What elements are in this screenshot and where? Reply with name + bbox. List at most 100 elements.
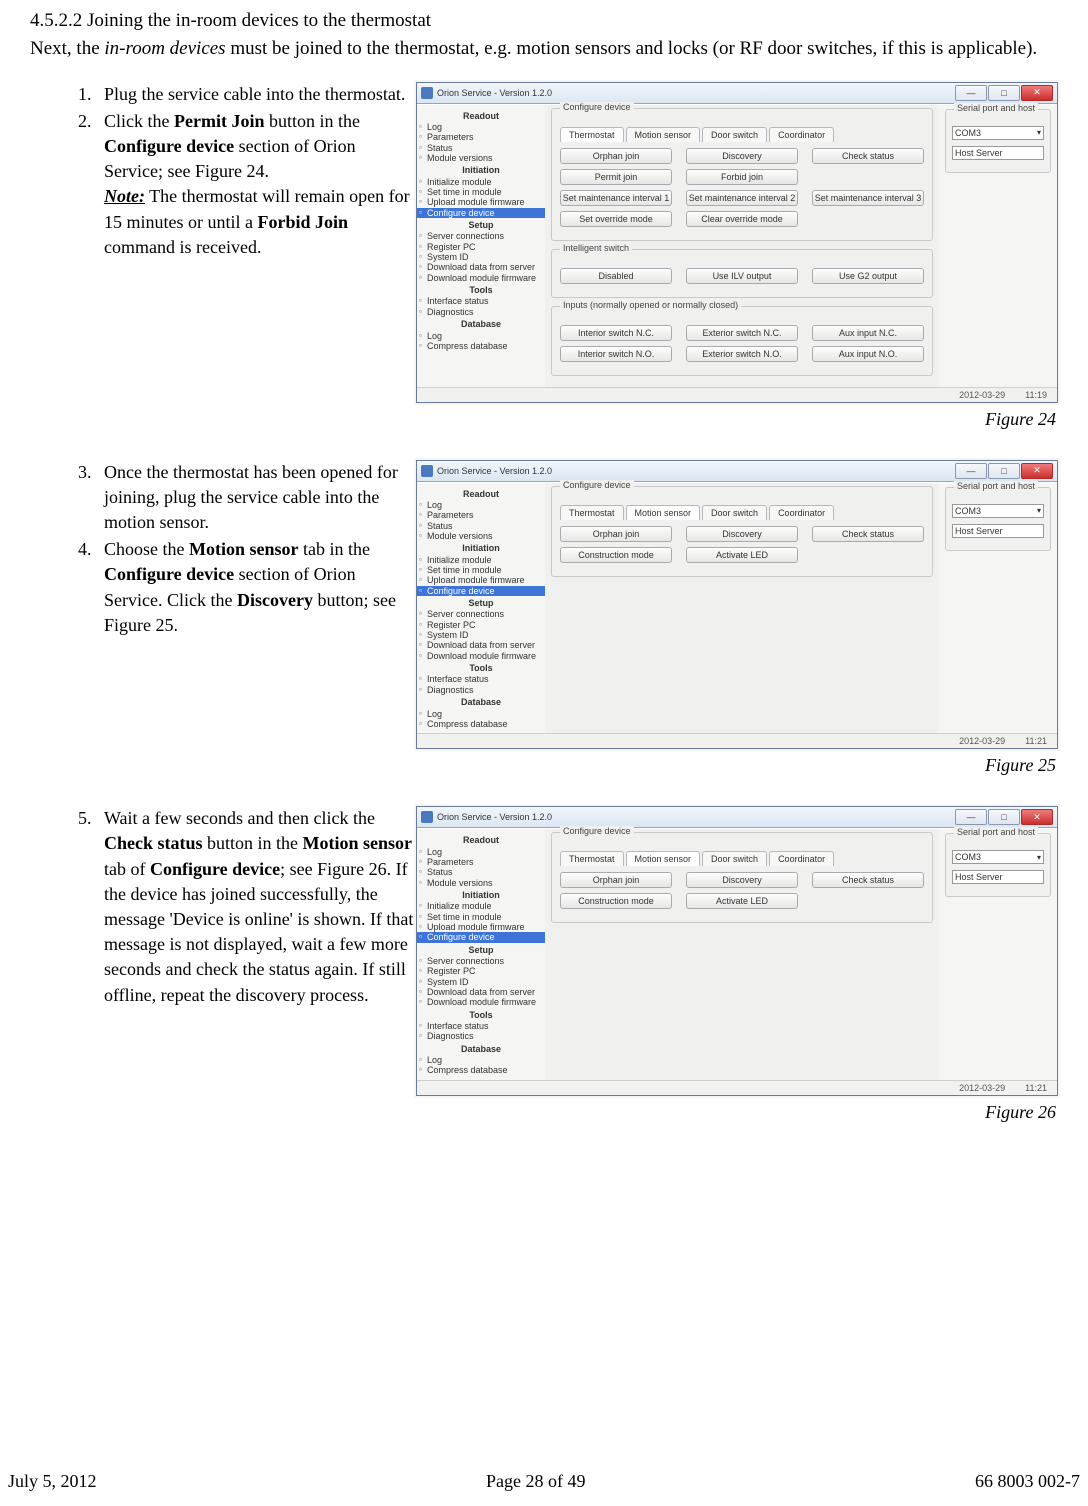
sidebar-item-system-id[interactable]: System ID	[417, 977, 545, 987]
sidebar-item-initialize-module[interactable]: Initialize module	[417, 555, 545, 565]
sidebar-item-configure-device[interactable]: Configure device	[417, 932, 545, 942]
sidebar-item-parameters[interactable]: Parameters	[417, 510, 545, 520]
sidebar-item-interface-status[interactable]: Interface status	[417, 674, 545, 684]
sidebar-item-module-versions[interactable]: Module versions	[417, 878, 545, 888]
minimize-button[interactable]: —	[955, 463, 987, 479]
sidebar-item-server-connections[interactable]: Server connections	[417, 231, 545, 241]
sidebar-item-diagnostics[interactable]: Diagnostics	[417, 685, 545, 695]
aux-nc-button[interactable]: Aux input N.C.	[812, 325, 924, 341]
interior-nc-button[interactable]: Interior switch N.C.	[560, 325, 672, 341]
tab-coordinator[interactable]: Coordinator	[769, 505, 834, 520]
tab-motion-sensor[interactable]: Motion sensor	[626, 505, 701, 520]
maintenance-interval-3-button[interactable]: Set maintenance interval 3	[812, 190, 924, 206]
sidebar-item-status[interactable]: Status	[417, 867, 545, 877]
orphan-join-button[interactable]: Orphan join	[560, 872, 672, 888]
check-status-button[interactable]: Check status	[812, 872, 924, 888]
interior-no-button[interactable]: Interior switch N.O.	[560, 346, 672, 362]
set-override-button[interactable]: Set override mode	[560, 211, 672, 227]
clear-override-button[interactable]: Clear override mode	[686, 211, 798, 227]
tab-door-switch[interactable]: Door switch	[702, 851, 767, 866]
close-button[interactable]: ✕	[1021, 809, 1053, 825]
disabled-button[interactable]: Disabled	[560, 268, 672, 284]
tab-door-switch[interactable]: Door switch	[702, 505, 767, 520]
activate-led-button[interactable]: Activate LED	[686, 893, 798, 909]
sidebar-item-module-versions[interactable]: Module versions	[417, 531, 545, 541]
tab-coordinator[interactable]: Coordinator	[769, 127, 834, 142]
discovery-button[interactable]: Discovery	[686, 872, 798, 888]
close-button[interactable]: ✕	[1021, 463, 1053, 479]
discovery-button[interactable]: Discovery	[686, 526, 798, 542]
sidebar-item-db-log[interactable]: Log	[417, 331, 545, 341]
construction-mode-button[interactable]: Construction mode	[560, 893, 672, 909]
tab-thermostat[interactable]: Thermostat	[560, 851, 624, 866]
com-port-select[interactable]: COM3	[952, 504, 1044, 518]
maintenance-interval-2-button[interactable]: Set maintenance interval 2	[686, 190, 798, 206]
ilv-output-button[interactable]: Use ILV output	[686, 268, 798, 284]
g2-output-button[interactable]: Use G2 output	[812, 268, 924, 284]
tab-motion-sensor[interactable]: Motion sensor	[626, 851, 701, 866]
check-status-button[interactable]: Check status	[812, 526, 924, 542]
exterior-no-button[interactable]: Exterior switch N.O.	[686, 346, 798, 362]
sidebar-item-download-firmware[interactable]: Download module firmware	[417, 273, 545, 283]
sidebar-item-system-id[interactable]: System ID	[417, 630, 545, 640]
host-server-field[interactable]: Host Server	[952, 524, 1044, 538]
sidebar-item-configure-device[interactable]: Configure device	[417, 208, 545, 218]
sidebar-item-server-connections[interactable]: Server connections	[417, 956, 545, 966]
sidebar-item-compress-database[interactable]: Compress database	[417, 1065, 545, 1075]
sidebar-item-register-pc[interactable]: Register PC	[417, 242, 545, 252]
exterior-nc-button[interactable]: Exterior switch N.C.	[686, 325, 798, 341]
sidebar-item-log[interactable]: Log	[417, 500, 545, 510]
activate-led-button[interactable]: Activate LED	[686, 547, 798, 563]
maintenance-interval-1-button[interactable]: Set maintenance interval 1	[560, 190, 672, 206]
sidebar-item-interface-status[interactable]: Interface status	[417, 296, 545, 306]
maximize-button[interactable]: □	[988, 85, 1020, 101]
maximize-button[interactable]: □	[988, 809, 1020, 825]
sidebar-item-log[interactable]: Log	[417, 122, 545, 132]
sidebar-item-register-pc[interactable]: Register PC	[417, 966, 545, 976]
host-server-field[interactable]: Host Server	[952, 146, 1044, 160]
aux-no-button[interactable]: Aux input N.O.	[812, 346, 924, 362]
sidebar-item-interface-status[interactable]: Interface status	[417, 1021, 545, 1031]
sidebar-item-parameters[interactable]: Parameters	[417, 857, 545, 867]
sidebar-item-module-versions[interactable]: Module versions	[417, 153, 545, 163]
close-button[interactable]: ✕	[1021, 85, 1053, 101]
sidebar-item-system-id[interactable]: System ID	[417, 252, 545, 262]
sidebar-item-status[interactable]: Status	[417, 143, 545, 153]
construction-mode-button[interactable]: Construction mode	[560, 547, 672, 563]
forbid-join-button[interactable]: Forbid join	[686, 169, 798, 185]
sidebar-item-upload-firmware[interactable]: Upload module firmware	[417, 575, 545, 585]
sidebar-item-parameters[interactable]: Parameters	[417, 132, 545, 142]
tab-door-switch[interactable]: Door switch	[702, 127, 767, 142]
sidebar-item-initialize-module[interactable]: Initialize module	[417, 177, 545, 187]
sidebar-item-download-firmware[interactable]: Download module firmware	[417, 997, 545, 1007]
sidebar-item-download-data[interactable]: Download data from server	[417, 640, 545, 650]
sidebar-item-upload-firmware[interactable]: Upload module firmware	[417, 197, 545, 207]
orphan-join-button[interactable]: Orphan join	[560, 148, 672, 164]
sidebar-item-compress-database[interactable]: Compress database	[417, 341, 545, 351]
maximize-button[interactable]: □	[988, 463, 1020, 479]
sidebar-item-initialize-module[interactable]: Initialize module	[417, 901, 545, 911]
tab-motion-sensor[interactable]: Motion sensor	[626, 127, 701, 142]
tab-coordinator[interactable]: Coordinator	[769, 851, 834, 866]
sidebar-item-db-log[interactable]: Log	[417, 709, 545, 719]
sidebar-item-compress-database[interactable]: Compress database	[417, 719, 545, 729]
sidebar-item-download-firmware[interactable]: Download module firmware	[417, 651, 545, 661]
discovery-button[interactable]: Discovery	[686, 148, 798, 164]
sidebar-item-download-data[interactable]: Download data from server	[417, 262, 545, 272]
com-port-select[interactable]: COM3	[952, 850, 1044, 864]
sidebar-item-set-time[interactable]: Set time in module	[417, 187, 545, 197]
sidebar-item-diagnostics[interactable]: Diagnostics	[417, 307, 545, 317]
sidebar-item-upload-firmware[interactable]: Upload module firmware	[417, 922, 545, 932]
tab-thermostat[interactable]: Thermostat	[560, 505, 624, 520]
check-status-button[interactable]: Check status	[812, 148, 924, 164]
permit-join-button[interactable]: Permit join	[560, 169, 672, 185]
sidebar-item-download-data[interactable]: Download data from server	[417, 987, 545, 997]
sidebar-item-diagnostics[interactable]: Diagnostics	[417, 1031, 545, 1041]
sidebar-item-register-pc[interactable]: Register PC	[417, 620, 545, 630]
orphan-join-button[interactable]: Orphan join	[560, 526, 672, 542]
minimize-button[interactable]: —	[955, 85, 987, 101]
tab-thermostat[interactable]: Thermostat	[560, 127, 624, 142]
host-server-field[interactable]: Host Server	[952, 870, 1044, 884]
minimize-button[interactable]: —	[955, 809, 987, 825]
sidebar-item-configure-device[interactable]: Configure device	[417, 586, 545, 596]
